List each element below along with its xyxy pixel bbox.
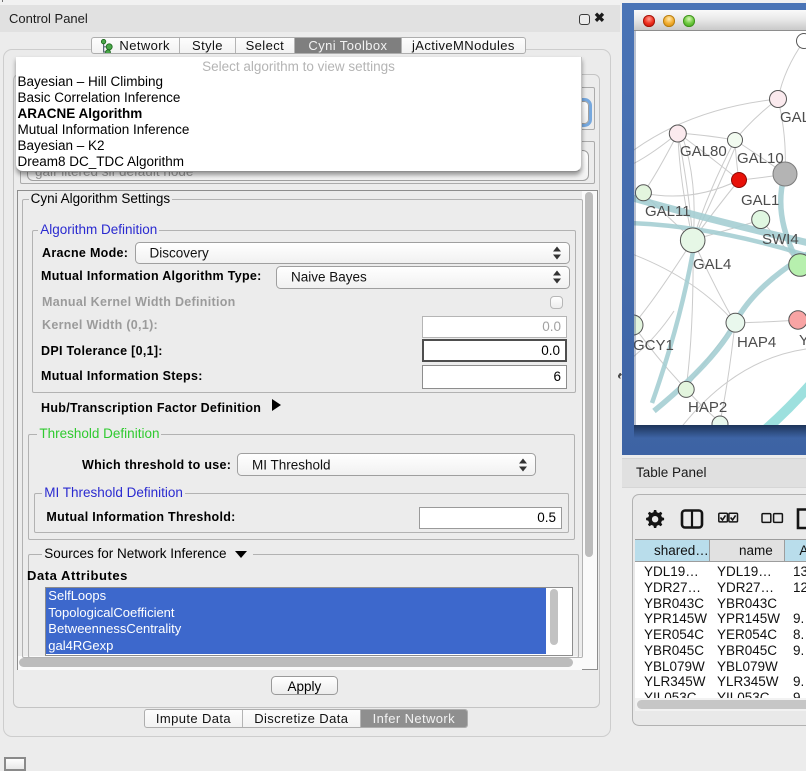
svg-text:GCY1: GCY1 <box>634 337 674 354</box>
svg-text:SWI4: SWI4 <box>762 231 799 248</box>
svg-text:GAL80: GAL80 <box>680 143 727 160</box>
svg-text:GAL11: GAL11 <box>645 203 691 220</box>
svg-text:HAP4: HAP4 <box>737 334 776 351</box>
svg-text:HAP2: HAP2 <box>688 399 727 416</box>
svg-text:Y: Y <box>799 332 806 349</box>
svg-text:GAL4: GAL4 <box>693 256 731 273</box>
svg-text:GAL: GAL <box>780 109 806 126</box>
svg-text:GAL1: GAL1 <box>741 192 779 209</box>
svg-text:GAL10: GAL10 <box>737 150 784 167</box>
